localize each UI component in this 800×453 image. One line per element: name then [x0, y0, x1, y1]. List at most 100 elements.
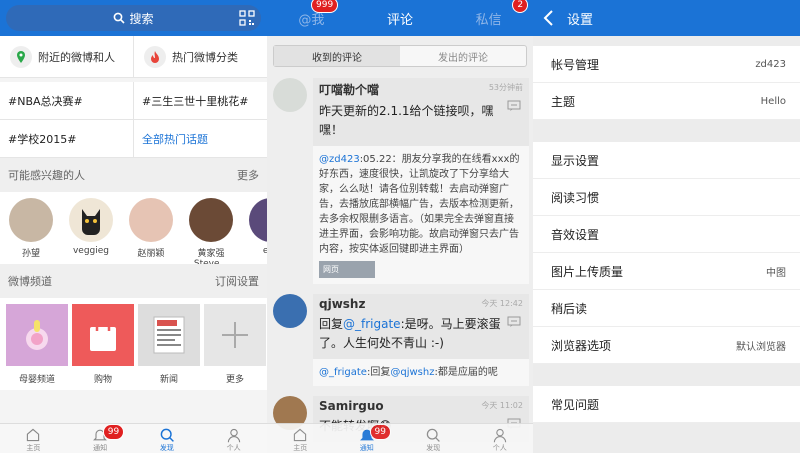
tab-profile[interactable]: 个人 — [467, 424, 534, 453]
channel-label: 购物 — [93, 375, 112, 385]
setting-sound[interactable]: 音效设置 — [533, 216, 800, 253]
reply-icon[interactable] — [507, 316, 521, 328]
channel-item[interactable]: 更多 — [204, 304, 266, 390]
reply-user[interactable]: @_frigate — [343, 317, 401, 331]
tab-label: 发现 — [159, 444, 174, 452]
nearby-link[interactable]: 附近的微博和人 — [0, 36, 133, 78]
tab-messages[interactable]: 私信 2 — [444, 0, 533, 28]
shopping-bag-icon — [72, 304, 134, 366]
tab-home[interactable]: 主页 — [0, 424, 67, 453]
hot-categories-link[interactable]: 热门微博分类 — [133, 36, 267, 78]
avatar[interactable] — [273, 78, 307, 112]
tab-label: 主页 — [26, 444, 41, 452]
quote-user[interactable]: @zd423 — [319, 154, 360, 165]
setting-read-later[interactable]: 稍后读 — [533, 290, 800, 327]
setting-reading[interactable]: 阅读习惯 — [533, 179, 800, 216]
avatar — [9, 198, 53, 242]
comment-item[interactable]: 叮噹勒个噹 53分钟前 昨天更新的2.1.1给个链接呗，嘿嘿！ @zd423:0… — [267, 72, 533, 288]
setting-value: 默认浏览器 — [736, 341, 786, 353]
search-label: 搜索 — [129, 11, 154, 26]
quote-user[interactable]: @_frigate — [319, 367, 367, 378]
bottom-tab-bar: 主页 通知 99 发现 个人 — [0, 423, 267, 453]
bottom-tab-bar: 主页 通知 99 发现 个人 — [267, 423, 533, 453]
comment-time: 53分钟前 — [488, 83, 523, 92]
quote-user[interactable]: @qjwshz — [390, 367, 434, 378]
all-topics-link[interactable]: 全部热门话题 — [133, 120, 267, 158]
topic-item[interactable]: #NBA总决赛# — [0, 82, 133, 120]
avatar — [69, 198, 113, 242]
tab-notifications[interactable]: 通知 99 — [334, 424, 401, 453]
original-post[interactable]: @zd423:05.22：朋友分享我的在线看xxx的好东西，速度很快，让凯旋改了… — [313, 146, 529, 284]
topic-item[interactable]: #学校2015# — [0, 120, 133, 158]
avatar — [129, 198, 173, 242]
person-item[interactable]: veggieg — [68, 198, 114, 264]
setting-value: Hello — [760, 95, 786, 107]
person-name: 孙望 — [21, 249, 40, 259]
setting-label: 浏览器选项 — [551, 338, 612, 353]
comment-time: 今天 11:02 — [481, 401, 523, 410]
tab-mentions-label: @我 — [298, 12, 325, 28]
original-post[interactable]: @_frigate:回复@qjwshz:都是应届的呢 — [313, 359, 529, 386]
tab-comments[interactable]: 评论 — [356, 9, 445, 28]
flame-icon — [144, 45, 166, 68]
person-item[interactable]: 黄家强Steve... — [188, 198, 234, 264]
settings-group-account: 帐号管理 zd423 主题 Hello — [533, 46, 800, 120]
channel-item[interactable]: 母婴频道 — [6, 304, 68, 390]
topic-item[interactable]: #三生三世十里桃花# — [133, 82, 267, 120]
avatar — [189, 198, 233, 242]
person-icon — [493, 428, 506, 443]
setting-label: 常见问题 — [551, 397, 600, 412]
search-icon — [427, 428, 441, 442]
qr-code-icon[interactable] — [239, 10, 255, 26]
setting-upload-quality[interactable]: 图片上传质量 中图 — [533, 253, 800, 290]
comments-topbar: @我 999 评论 私信 2 — [267, 0, 533, 36]
setting-account[interactable]: 帐号管理 zd423 — [533, 46, 800, 83]
people-more-link[interactable]: 更多 — [237, 167, 259, 183]
channel-item[interactable]: 新闻 — [138, 304, 200, 390]
plus-icon — [204, 304, 266, 366]
avatar — [249, 198, 267, 242]
setting-label: 主题 — [551, 94, 576, 109]
tab-label: 个人 — [492, 444, 507, 452]
sent-comments-tab[interactable]: 发出的评论 — [400, 46, 526, 66]
setting-browser[interactable]: 浏览器选项 默认浏览器 — [533, 327, 800, 364]
web-link-chip[interactable]: 网页 — [319, 261, 375, 278]
people-header: 可能感兴趣的人 更多 — [0, 158, 267, 192]
settings-group-help: 常见问题 — [533, 386, 800, 423]
channel-item[interactable]: 购物 — [72, 304, 134, 390]
setting-value: 中图 — [766, 267, 786, 279]
comment-text: 回复@_frigate:是呀。马上要滚蛋了。人生何处不青山 :-) — [319, 315, 523, 353]
setting-label: 图片上传质量 — [551, 264, 624, 279]
tab-home[interactable]: 主页 — [267, 424, 334, 453]
subscribe-settings-link[interactable]: 订阅设置 — [215, 273, 259, 289]
setting-display[interactable]: 显示设置 — [533, 142, 800, 179]
messages-badge: 2 — [512, 0, 529, 13]
avatar[interactable] — [273, 294, 307, 328]
channel-label: 母婴频道 — [18, 375, 55, 385]
person-item[interactable]: 赵丽颖 — [128, 198, 174, 264]
setting-label: 显示设置 — [551, 153, 600, 168]
tab-discover[interactable]: 发现 — [134, 424, 201, 453]
tab-label: 主页 — [293, 444, 308, 452]
setting-label: 帐号管理 — [551, 57, 600, 72]
discover-topbar: 搜索 — [0, 0, 267, 36]
setting-theme[interactable]: 主题 Hello — [533, 83, 800, 120]
settings-topbar: 设置 — [533, 0, 800, 36]
setting-faq[interactable]: 常见问题 — [533, 386, 800, 423]
tab-mentions[interactable]: @我 999 — [267, 0, 356, 28]
tab-notifications[interactable]: 通知 99 — [67, 424, 134, 453]
search-bar[interactable]: 搜索 — [6, 5, 261, 31]
person-item[interactable]: 孙望 — [8, 198, 54, 264]
back-arrow-icon[interactable] — [543, 10, 555, 26]
person-icon — [227, 428, 240, 443]
tab-profile[interactable]: 个人 — [200, 424, 267, 453]
person-item[interactable]: edc — [248, 198, 267, 264]
nearby-label: 附近的微博和人 — [38, 50, 115, 64]
tab-label: 发现 — [426, 444, 441, 452]
comments-panel: @我 999 评论 私信 2 收到的评论 发出的评论 叮噹勒个噹 53分钟前 昨天更… — [267, 0, 533, 453]
tab-discover[interactable]: 发现 — [400, 424, 467, 453]
comment-item[interactable]: qjwshz 今天 12:42 回复@_frigate:是呀。马上要滚蛋了。人生… — [267, 288, 533, 390]
received-comments-tab[interactable]: 收到的评论 — [274, 46, 400, 66]
search-icon — [160, 428, 174, 442]
reply-icon[interactable] — [507, 100, 521, 112]
